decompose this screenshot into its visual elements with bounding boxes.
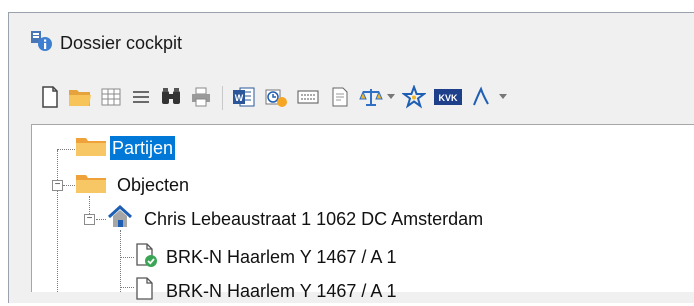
clock-button[interactable] — [260, 82, 292, 112]
open-folder-button[interactable] — [64, 82, 96, 112]
word-button[interactable]: W — [228, 82, 260, 112]
tree-connector — [120, 230, 121, 292]
print-icon — [190, 86, 212, 108]
binoculars-icon — [159, 86, 183, 108]
tree-connector — [120, 287, 134, 288]
svg-text:W: W — [235, 93, 244, 103]
tree-node-label: BRK-N Haarlem Y 1467 / A 1 — [166, 281, 397, 301]
tree-connector — [120, 257, 134, 258]
open-folder-icon — [68, 86, 92, 108]
tree-node-partijen[interactable]: Partijen — [75, 135, 176, 162]
tree-connector — [57, 149, 75, 150]
tree-connector — [96, 219, 106, 220]
tree-node-objecten[interactable]: Objecten — [75, 172, 191, 198]
folder-icon — [75, 135, 107, 162]
document-seal-button[interactable] — [324, 82, 356, 112]
folder-icon — [75, 172, 107, 199]
collapse-address-toggle[interactable]: − — [84, 214, 95, 225]
document-icon — [134, 276, 158, 306]
signature-button[interactable] — [466, 82, 496, 112]
star-icon — [402, 85, 426, 109]
tree-connector — [57, 150, 58, 292]
tree-node-label: BRK-N Haarlem Y 1467 / A 1 — [166, 247, 397, 267]
scales-dropdown-button[interactable] — [356, 82, 398, 112]
app-icon — [29, 29, 53, 53]
scales-icon — [359, 86, 383, 108]
tree-node-brk[interactable]: BRK-N Haarlem Y 1467 / A 1 — [134, 242, 398, 272]
clock-icon — [264, 86, 288, 108]
search-button[interactable] — [156, 82, 186, 112]
document-seal-icon — [329, 86, 351, 108]
grid-icon — [100, 86, 122, 108]
list-icon — [130, 86, 152, 108]
list-button[interactable] — [126, 82, 156, 112]
signature-icon — [470, 86, 492, 108]
more-dropdown-button[interactable] — [496, 82, 510, 112]
tree-node-label: Chris Lebeaustraat 1 1062 DC Amsterdam — [144, 209, 484, 229]
new-document-icon — [40, 85, 60, 109]
kvk-icon: KVK — [434, 88, 462, 106]
tree-connector — [63, 185, 75, 186]
svg-text:KVK: KVK — [438, 93, 458, 103]
dossier-cockpit-window: Dossier cockpit W KVK − − Partijen Objec… — [0, 0, 694, 303]
collapse-objecten-toggle[interactable]: − — [52, 180, 63, 191]
tree-node-brk[interactable]: BRK-N Haarlem Y 1467 / A 1 — [134, 276, 398, 306]
tree-node-label: Partijen — [110, 136, 176, 160]
grid-button[interactable] — [96, 82, 126, 112]
tree-node-label: Objecten — [117, 175, 190, 195]
house-icon — [106, 204, 134, 234]
new-document-button[interactable] — [36, 82, 64, 112]
document-check-icon — [134, 242, 158, 272]
keyboard-icon — [296, 86, 320, 108]
chevron-down-icon — [499, 94, 507, 100]
chevron-down-icon — [387, 94, 395, 100]
kvk-button[interactable]: KVK — [430, 82, 466, 112]
word-icon: W — [232, 86, 256, 108]
window-title: Dossier cockpit — [60, 33, 183, 53]
star-button[interactable] — [398, 82, 430, 112]
tree-node-address[interactable]: Chris Lebeaustraat 1 1062 DC Amsterdam — [106, 204, 485, 234]
toolbar-separator — [222, 86, 223, 110]
print-button[interactable] — [186, 82, 216, 112]
keyboard-button[interactable] — [292, 82, 324, 112]
